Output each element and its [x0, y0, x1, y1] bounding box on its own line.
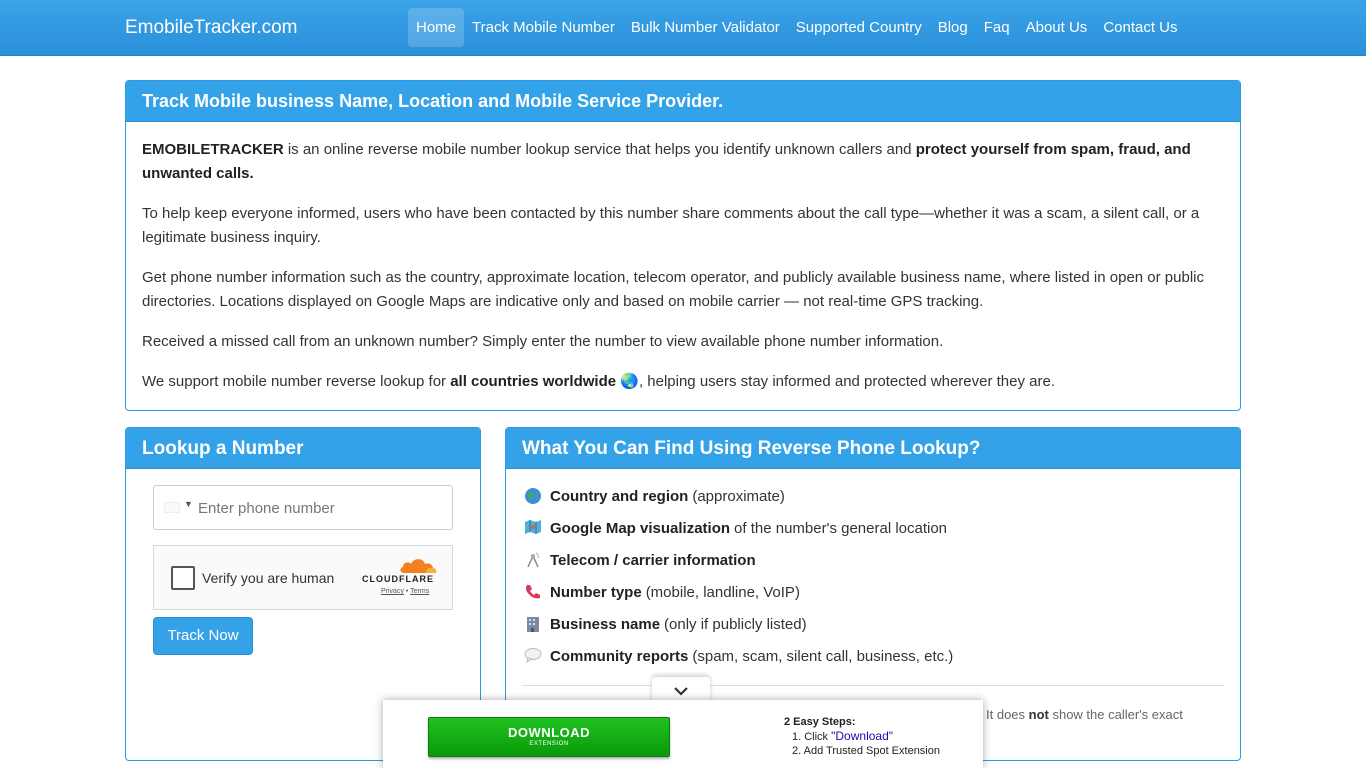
nav-blog[interactable]: Blog — [930, 8, 976, 47]
nav-home[interactable]: Home — [408, 8, 465, 47]
captcha-label: Verify you are human — [202, 570, 335, 586]
globe-icon — [524, 487, 544, 505]
captcha-checkbox[interactable] — [171, 566, 195, 590]
phone-icon — [524, 583, 544, 601]
nav-supported-country[interactable]: Supported Country — [788, 8, 930, 47]
features-note: It does not show the caller's exact — [986, 707, 1183, 722]
globe-icon: 🌏 — [620, 373, 639, 390]
intro-paragraph-2: To help keep everyone informed, users wh… — [142, 205, 1200, 246]
brand-logo[interactable]: EmobileTracker.com — [125, 17, 297, 39]
phone-number-input[interactable] — [198, 495, 438, 521]
feature-item: Number type (mobile, landline, VoIP) — [524, 583, 800, 601]
feature-item: Country and region (approximate) — [524, 487, 785, 505]
cloudflare-logo-text: CLOUDFLARE — [362, 574, 434, 584]
feature-item: Google Map visualization of the number's … — [524, 519, 947, 537]
intro-panel: Track Mobile business Name, Location and… — [125, 80, 1241, 411]
building-icon — [524, 615, 544, 633]
main-nav: Home Track Mobile Number Bulk Number Val… — [408, 8, 1186, 47]
feature-item: Community reports (spam, scam, silent cal… — [524, 647, 953, 665]
navbar: EmobileTracker.com Home Track Mobile Num… — [0, 0, 1366, 56]
nav-bulk-number-validator[interactable]: Bulk Number Validator — [623, 8, 788, 47]
intro-panel-body: EMOBILETRACKER is an online reverse mobi… — [126, 122, 1240, 394]
intro-panel-title: Track Mobile business Name, Location and… — [126, 81, 1240, 122]
nav-contact-us[interactable]: Contact Us — [1095, 8, 1185, 47]
intro-paragraph-3: Get phone number information such as the… — [142, 269, 1204, 310]
nav-faq[interactable]: Faq — [976, 8, 1018, 47]
captcha-widget: Verify you are human CLOUDFLARE Privacy … — [153, 545, 453, 610]
feature-item: Telecom / carrier information — [524, 551, 760, 569]
speech-bubble-icon — [524, 647, 544, 665]
cloudflare-cloud-icon — [400, 559, 437, 573]
features-divider — [522, 685, 1224, 686]
nav-about-us[interactable]: About Us — [1018, 8, 1096, 47]
intro-paragraph-1: EMOBILETRACKER is an online reverse mobi… — [142, 141, 1191, 182]
captcha-links: Privacy • Terms — [381, 588, 430, 595]
feature-item: Business name (only if publicly listed) — [524, 615, 807, 633]
map-icon — [524, 519, 544, 537]
ad-banner: DOWNLOAD EXTENSION 2 Easy Steps: 1. Clic… — [383, 700, 983, 768]
nav-track-mobile-number[interactable]: Track Mobile Number — [464, 8, 623, 47]
chevron-down-icon — [674, 687, 688, 696]
track-now-button[interactable]: Track Now — [153, 617, 253, 655]
intro-paragraph-4: Received a missed call from an unknown n… — [142, 333, 944, 350]
caret-down-icon[interactable]: ▼ — [184, 499, 193, 509]
country-flag-icon[interactable] — [164, 502, 180, 513]
phone-field: ▼ — [153, 485, 453, 530]
download-extension-button[interactable]: DOWNLOAD EXTENSION — [428, 717, 670, 757]
lookup-panel-title: Lookup a Number — [126, 428, 480, 469]
antenna-icon — [524, 551, 544, 569]
ad-steps: 2 Easy Steps: 1. Click "Download" 2. Add… — [784, 716, 940, 757]
captcha-privacy-link[interactable]: Privacy — [381, 588, 404, 595]
features-panel-title: What You Can Find Using Reverse Phone Lo… — [506, 428, 1240, 469]
intro-paragraph-5: We support mobile number reverse lookup … — [142, 373, 1055, 390]
captcha-terms-link[interactable]: Terms — [410, 588, 429, 595]
